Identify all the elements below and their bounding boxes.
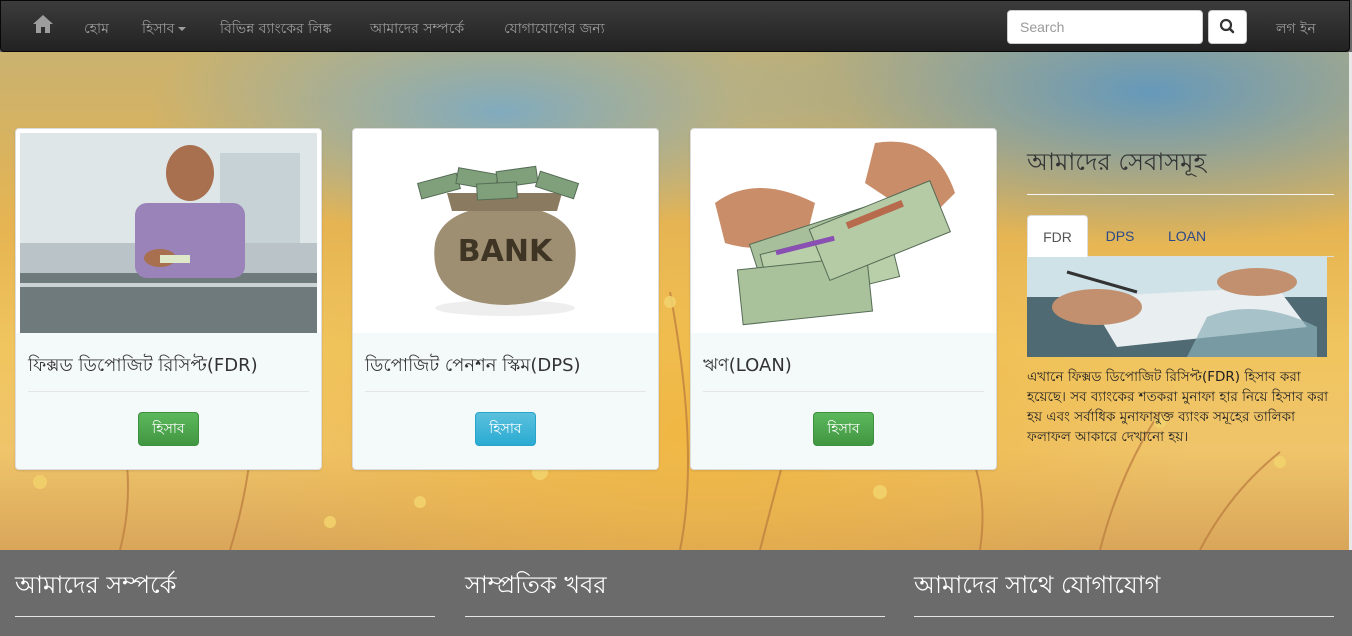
tab-dps[interactable]: DPS	[1090, 215, 1150, 257]
loan-account-button[interactable]: হিসাব	[813, 412, 874, 446]
footer-divider	[465, 616, 885, 617]
dps-image-bank-text: BANK	[458, 234, 554, 269]
dps-card: BANK ডিপোজিট পেনশন স্কিম(DPS) হিসাব	[352, 128, 659, 470]
fdr-tab-image	[1027, 257, 1327, 357]
nav-accounts-dropdown[interactable]: হিসাব	[142, 17, 187, 41]
services-divider	[1027, 194, 1334, 195]
fdr-card-image	[20, 133, 317, 333]
hero-section: ফিক্সড ডিপোজিট রিসিপ্ট(FDR) হিসাব BANK ড…	[0, 52, 1352, 550]
dps-card-caption: ডিপোজিট পেনশন স্কিম(DPS) হিসাব	[353, 333, 658, 469]
footer-divider	[914, 616, 1334, 617]
card-divider	[703, 391, 984, 392]
search-input[interactable]	[1007, 10, 1203, 44]
dps-account-button[interactable]: হিসাব	[475, 412, 536, 446]
fdr-card-caption: ফিক্সড ডিপোজিট রিসিপ্ট(FDR) হিসাব	[16, 333, 321, 469]
top-navbar: হোম হিসাব বিভিন্ন ব্যাংকের লিঙ্ক আমাদের …	[0, 0, 1350, 52]
tab-loan[interactable]: LOAN	[1152, 215, 1222, 257]
fdr-card-title: ফিক্সড ডিপোজিট রিসিপ্ট(FDR)	[28, 355, 258, 376]
caret-down-icon	[178, 27, 187, 31]
tab-fdr[interactable]: FDR	[1027, 215, 1088, 257]
footer-news-heading: সাম্প্রতিক খবর	[465, 571, 607, 599]
loan-card-image	[695, 133, 992, 333]
home-icon[interactable]	[31, 13, 55, 35]
fdr-card: ফিক্সড ডিপোজিট রিসিপ্ট(FDR) হিসাব	[15, 128, 322, 470]
nav-login[interactable]: লগ ইন	[1276, 17, 1316, 41]
loan-card-title: ঋণ(LOAN)	[703, 355, 792, 376]
loan-card: ঋণ(LOAN) হিসাব	[690, 128, 997, 470]
card-divider	[365, 391, 646, 392]
nav-contact[interactable]: যোগাযোগের জন্য	[504, 17, 605, 41]
nav-accounts-label: হিসাব	[142, 21, 175, 37]
nav-bank-links[interactable]: বিভিন্ন ব্যাংকের লিঙ্ক	[220, 17, 331, 41]
footer-contact-heading: আমাদের সাথে যোগাযোগ	[914, 571, 1161, 599]
loan-card-caption: ঋণ(LOAN) হিসাব	[691, 333, 996, 469]
nav-home[interactable]: হোম	[84, 17, 109, 41]
dps-card-image: BANK	[357, 133, 654, 333]
dps-card-title: ডিপোজিট পেনশন স্কিম(DPS)	[365, 355, 581, 376]
footer-about-heading: আমাদের সম্পর্কে	[15, 571, 177, 599]
nav-about[interactable]: আমাদের সম্পর্কে	[370, 17, 464, 41]
footer-divider	[15, 616, 435, 617]
search-button[interactable]	[1208, 10, 1247, 44]
fdr-account-button[interactable]: হিসাব	[138, 412, 199, 446]
fdr-tab-description: এখানে ফিক্সড ডিপোজিট রিসিপ্ট(FDR) হিসাব …	[1027, 369, 1329, 445]
services-title: আমাদের সেবাসমূহ	[1027, 148, 1207, 176]
footer: আমাদের সম্পর্কে সাম্প্রতিক খবর আমাদের সা…	[0, 550, 1352, 636]
card-divider	[28, 391, 309, 392]
search-icon	[1219, 18, 1235, 34]
